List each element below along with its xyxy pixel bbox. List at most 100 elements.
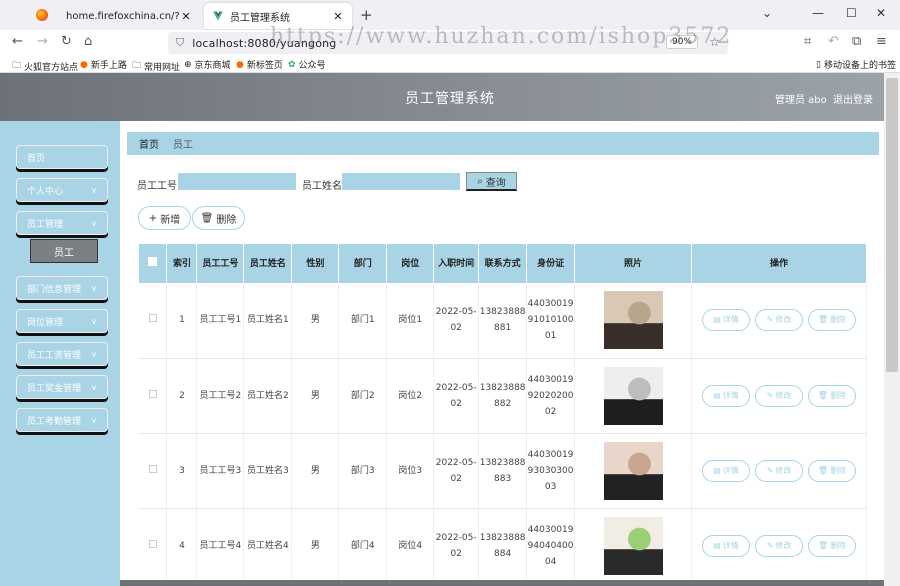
chevron-down-icon: ∨ bbox=[91, 415, 97, 425]
tab-home[interactable]: home.firefoxchina.cn/?from=exte ✕ bbox=[58, 3, 200, 29]
row-checkbox[interactable] bbox=[148, 389, 157, 398]
delete-button[interactable]: 🗑 删除 bbox=[807, 534, 856, 557]
add-button[interactable]: + 新增 bbox=[138, 206, 191, 230]
undo-icon[interactable]: ↶ bbox=[828, 34, 839, 49]
delete-button[interactable]: 🗑 删除 bbox=[807, 459, 856, 482]
row-checkbox[interactable] bbox=[148, 539, 157, 548]
cell-employee-name: 员工姓名4 bbox=[243, 508, 293, 584]
bookmark-item[interactable]: ✿ 公众号 bbox=[288, 58, 326, 72]
row-select-cell[interactable] bbox=[139, 358, 168, 434]
cell-id-card: 440300199101010001 bbox=[526, 283, 576, 359]
cell-photo bbox=[574, 433, 692, 509]
cell-department: 部门4 bbox=[338, 508, 388, 584]
edit-button[interactable]: ✎ 修改 bbox=[754, 459, 803, 482]
home-icon[interactable]: ⌂ bbox=[84, 34, 92, 49]
edit-button[interactable]: ✎ 修改 bbox=[754, 384, 803, 407]
minimize-icon[interactable]: — bbox=[812, 6, 824, 20]
cell-operations: ▤ 详情 ✎ 修改 🗑 删除 bbox=[691, 508, 868, 584]
back-icon[interactable]: ← bbox=[12, 34, 23, 49]
sidebar-item-bonus[interactable]: 员工奖金管理 ∨ bbox=[16, 375, 108, 399]
breadcrumb-home[interactable]: 首页 bbox=[139, 136, 159, 151]
detail-button[interactable]: ▤ 详情 bbox=[701, 459, 750, 482]
forward-icon[interactable]: → bbox=[37, 34, 48, 49]
sidebar-item-salary[interactable]: 员工工资管理 ∨ bbox=[16, 342, 108, 366]
bookmark-item[interactable]: ⊕ 京东商城 bbox=[184, 58, 231, 72]
trash-icon: 🗑 bbox=[200, 212, 214, 224]
close-icon[interactable]: ✕ bbox=[332, 10, 344, 23]
detail-button[interactable]: ▤ 详情 bbox=[701, 534, 750, 557]
trash-icon: 🗑 bbox=[817, 315, 829, 325]
document-icon: ▤ bbox=[713, 465, 721, 475]
bookmark-item[interactable]: ● 新标签页 bbox=[236, 58, 283, 72]
detail-button[interactable]: ▤ 详情 bbox=[701, 309, 750, 332]
bookmark-star-icon[interactable]: ☆ bbox=[709, 35, 720, 49]
maximize-icon[interactable]: ☐ bbox=[846, 6, 857, 20]
col-header: 员工姓名 bbox=[243, 244, 293, 283]
status-strip bbox=[120, 580, 884, 586]
sidebar-item-departments[interactable]: 部门信息管理 ∨ bbox=[16, 276, 108, 300]
search-icon: ⌕ bbox=[477, 175, 483, 187]
cell-employee-name: 员工姓名1 bbox=[243, 283, 293, 359]
cell-employee-id: 员工工号2 bbox=[196, 358, 245, 434]
cell-index: 2 bbox=[166, 358, 198, 434]
cell-department: 部门1 bbox=[338, 283, 388, 359]
select-all-header[interactable] bbox=[139, 244, 168, 283]
edit-button[interactable]: ✎ 修改 bbox=[754, 534, 803, 557]
address-bar[interactable]: ⛉ localhost:8080/yuangong 90% ☆ bbox=[168, 32, 728, 54]
new-tab-icon[interactable]: + bbox=[360, 6, 373, 24]
cell-phone: 13823888881 bbox=[478, 283, 528, 359]
row-select-cell[interactable] bbox=[139, 283, 168, 359]
folder-icon: 🗀 bbox=[12, 61, 22, 71]
bookmark-item[interactable]: 🗀 火狐官方站点 bbox=[12, 58, 78, 74]
crop-icon[interactable]: ⌗ bbox=[804, 34, 811, 49]
trash-icon: 🗑 bbox=[817, 465, 829, 475]
tab-list-icon[interactable]: ⌄ bbox=[762, 6, 772, 20]
extensions-icon[interactable]: ⧉ bbox=[852, 34, 861, 49]
window-close-icon[interactable]: ✕ bbox=[876, 6, 886, 20]
app-root: 员工管理系统 管理员 abo 退出登录 首页 个人中心 ∨ 员工管理 ∨ 员工 部门… bbox=[0, 73, 900, 586]
tab-label: home.firefoxchina.cn/?from=exte bbox=[66, 10, 180, 22]
main-content: 首页 员工 员工工号 员工姓名 ⌕ 查询 + 新增 🗑 删除 索引 员工工号 员工姓名… bbox=[120, 121, 884, 586]
sidebar-subitem-employee[interactable]: 员工 bbox=[30, 239, 98, 263]
employee-photo bbox=[603, 516, 663, 575]
table-row: 4 员工工号4 员工姓名4 男部门4 岗位4 2022-05-02 13823888884 4… bbox=[139, 508, 868, 584]
trash-icon: 🗑 bbox=[817, 540, 829, 550]
bookmark-item[interactable]: ● 新手上路 bbox=[80, 58, 127, 72]
edit-button[interactable]: ✎ 修改 bbox=[754, 309, 803, 332]
sidebar-item-home[interactable]: 首页 bbox=[16, 145, 108, 169]
reload-icon[interactable]: ↻ bbox=[61, 34, 72, 49]
zoom-level[interactable]: 90% bbox=[665, 35, 698, 49]
row-select-cell[interactable] bbox=[139, 508, 168, 584]
col-header: 部门 bbox=[338, 244, 388, 283]
cell-employee-id: 员工工号4 bbox=[196, 508, 245, 584]
pencil-icon: ✎ bbox=[766, 315, 774, 325]
cell-post: 岗位2 bbox=[386, 358, 435, 434]
delete-button[interactable]: 🗑 删除 bbox=[807, 309, 856, 332]
employee-id-input[interactable] bbox=[178, 173, 296, 190]
sidebar-item-profile[interactable]: 个人中心 ∨ bbox=[16, 178, 108, 202]
logout-link[interactable]: 退出登录 bbox=[833, 91, 873, 106]
query-button[interactable]: ⌕ 查询 bbox=[466, 172, 517, 191]
sidebar-item-posts[interactable]: 岗位管理 ∨ bbox=[16, 309, 108, 333]
bookmark-item[interactable]: ▯ 移动设备上的书签 bbox=[816, 58, 896, 72]
row-select-cell[interactable] bbox=[139, 433, 168, 509]
employee-name-input[interactable] bbox=[342, 173, 460, 190]
close-icon[interactable]: ✕ bbox=[180, 10, 192, 23]
scrollbar-thumb[interactable] bbox=[886, 78, 898, 372]
select-all-checkbox[interactable] bbox=[148, 256, 158, 266]
bookmark-item[interactable]: 🗀 常用网址 bbox=[132, 58, 180, 74]
tab-active[interactable]: 员工管理系统 ✕ bbox=[204, 3, 352, 29]
shield-icon: ⛉ bbox=[176, 36, 185, 49]
employee-id-label: 员工工号 bbox=[137, 181, 177, 192]
batch-delete-button[interactable]: 🗑 删除 bbox=[192, 206, 245, 230]
col-header: 照片 bbox=[574, 244, 692, 283]
menu-icon[interactable]: ≡ bbox=[876, 34, 887, 49]
sidebar-item-attendance[interactable]: 员工考勤管理 ∨ bbox=[16, 408, 108, 432]
sidebar-item-employees[interactable]: 员工管理 ∨ bbox=[16, 211, 108, 235]
delete-button[interactable]: 🗑 删除 bbox=[807, 384, 856, 407]
chevron-down-icon: ∨ bbox=[91, 316, 97, 326]
row-checkbox[interactable] bbox=[148, 464, 157, 473]
cell-id-card: 440300199303030003 bbox=[526, 433, 576, 509]
row-checkbox[interactable] bbox=[148, 314, 157, 323]
detail-button[interactable]: ▤ 详情 bbox=[701, 384, 750, 407]
